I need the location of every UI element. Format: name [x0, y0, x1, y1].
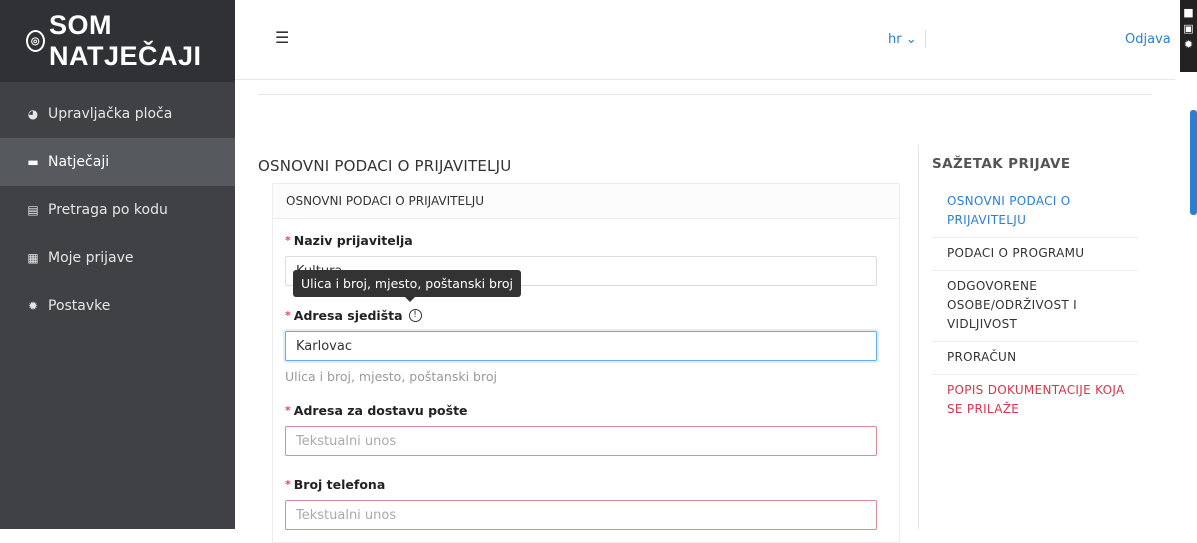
field-label: Adresa sjedišta	[293, 307, 403, 323]
sidebar-item-label: Natječaji	[48, 154, 110, 170]
sidebar-item-natjecaji[interactable]: ▬ Natječaji	[0, 138, 235, 186]
scrollbar-thumb[interactable]	[1190, 110, 1197, 215]
logout-link[interactable]: Odjava	[1125, 32, 1171, 47]
sidebar-item-label: Pretraga po kodu	[48, 202, 168, 218]
section-title: OSNOVNI PODACI O PRIJAVITELJU	[258, 157, 512, 175]
required-asterisk: *	[285, 308, 291, 322]
field-dostava: * Adresa za dostavu pošte Tekstualni uno…	[285, 402, 877, 456]
field-label: Broj telefona	[293, 476, 386, 492]
brand-title: SOM NATJEČAJI	[48, 10, 202, 71]
adresa-input[interactable]: Karlovac	[285, 331, 877, 361]
field-label: Naziv prijavitelja	[293, 232, 413, 248]
summary-title: SAŽETAK PRIJAVE	[932, 156, 1071, 172]
tooltip: Ulica i broj, mjesto, poštanski broj	[293, 270, 521, 302]
application-summary: SAŽETAK PRIJAVE OSNOVNI PODACI O PRIJAVI…	[932, 156, 1138, 426]
video-icon[interactable]: ■	[1183, 6, 1193, 19]
required-asterisk: *	[285, 233, 291, 247]
sidebar-item-label: Postavke	[48, 298, 111, 314]
logo-circle-icon: ◎	[26, 30, 45, 52]
summary-item-budget[interactable]: PRORAČUN	[932, 342, 1138, 375]
summary-item-program[interactable]: PODACI O PROGRAMU	[932, 238, 1138, 271]
sidebar-item-my-applications[interactable]: ▦ Moje prijave	[0, 234, 235, 282]
topbar: ☰ hr ⌄ Odjava	[235, 0, 1175, 80]
required-asterisk: *	[285, 403, 291, 417]
file-icon: ▦	[27, 251, 39, 265]
info-icon[interactable]: !	[408, 308, 422, 322]
gear-icon[interactable]: ✹	[1184, 38, 1193, 51]
main-content: OSNOVNI PODACI O PRIJAVITELJU OSNOVNI PO…	[258, 95, 903, 543]
browser-extension-rail: ■ ▣ ✹	[1180, 0, 1197, 72]
menu-toggle-icon[interactable]: ☰	[275, 28, 289, 47]
field-telefon: * Broj telefona Tekstualni unos	[285, 476, 877, 530]
sidebar-item-settings[interactable]: ✹ Postavke	[0, 282, 235, 330]
summary-item-basic-data[interactable]: OSNOVNI PODACI O PRIJAVITELJU	[932, 186, 1138, 238]
sidebar: ◎ SOM NATJEČAJI ◕ Upravljačka ploča ▬ Na…	[0, 0, 235, 529]
form-card: OSNOVNI PODACI O PRIJAVITELJU * Naziv pr…	[272, 183, 900, 543]
divider	[918, 145, 919, 529]
language-select[interactable]: hr ⌄	[888, 32, 917, 47]
sidebar-item-label: Upravljačka ploča	[48, 106, 173, 122]
brand[interactable]: ◎ SOM NATJEČAJI	[0, 0, 235, 82]
field-adresa: * Adresa sjedišta ! Karlovac Ulica i bro…	[285, 307, 877, 384]
divider	[925, 30, 926, 48]
image-icon[interactable]: ▣	[1183, 22, 1193, 35]
gear-icon: ✹	[27, 299, 39, 313]
summary-item-responsible-persons[interactable]: ODGOVORENE OSOBE/ODRŽIVOST I VIDLJIVOST	[932, 271, 1138, 342]
telefon-input[interactable]: Tekstualni unos	[285, 500, 877, 530]
sidebar-item-dashboard[interactable]: ◕ Upravljačka ploča	[0, 90, 235, 138]
pie-chart-icon: ◕	[27, 107, 39, 121]
summary-item-documentation[interactable]: POPIS DOKUMENTACIJE KOJA SE PRILAŽE	[932, 375, 1138, 426]
sidebar-item-label: Moje prijave	[48, 250, 134, 266]
required-asterisk: *	[285, 477, 291, 491]
field-label: Adresa za dostavu pošte	[293, 402, 468, 418]
card-title: OSNOVNI PODACI O PRIJAVITELJU	[273, 184, 899, 219]
sidebar-item-search-code[interactable]: ▤ Pretraga po kodu	[0, 186, 235, 234]
help-text: Ulica i broj, mjesto, poštanski broj	[285, 369, 497, 384]
dostava-input[interactable]: Tekstualni unos	[285, 426, 877, 456]
folder-icon: ▬	[27, 155, 39, 169]
document-icon: ▤	[27, 203, 39, 217]
